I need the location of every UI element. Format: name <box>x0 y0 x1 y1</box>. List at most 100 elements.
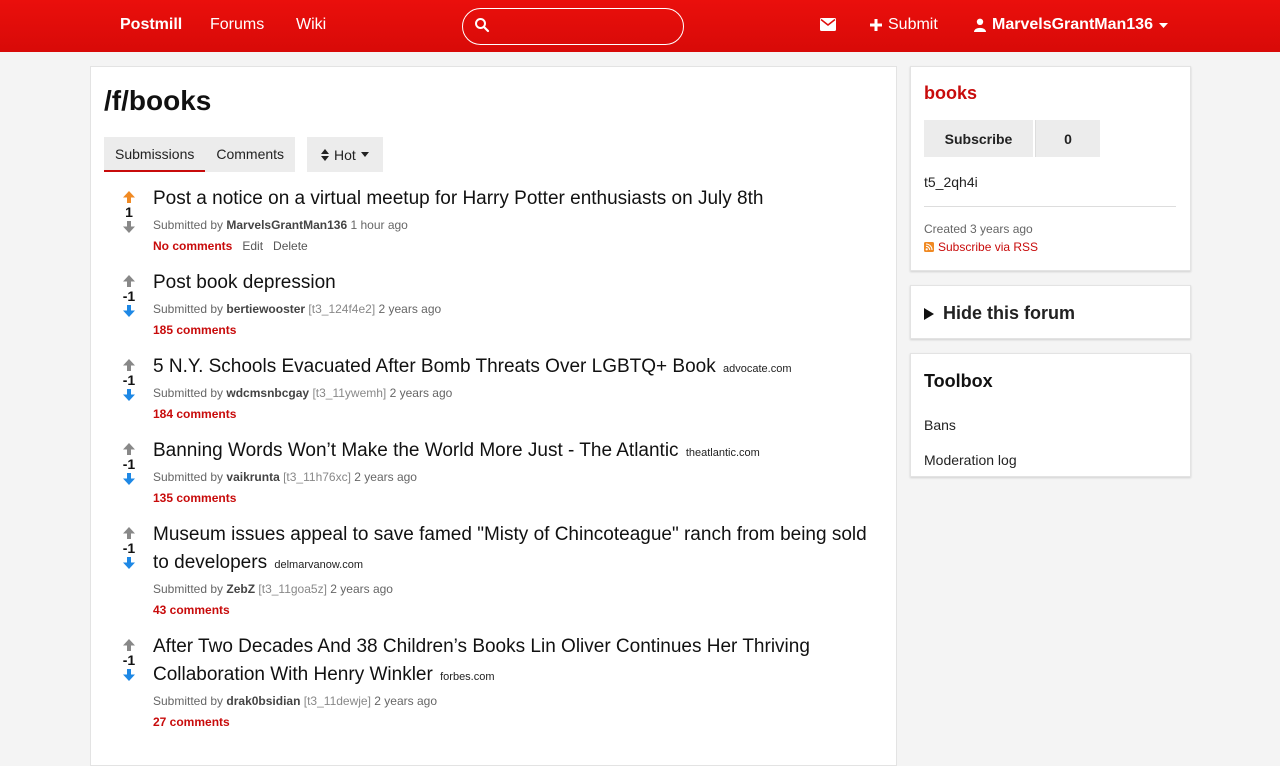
downvote-arrow-icon[interactable] <box>123 221 135 233</box>
vote-score: -1 <box>122 288 136 304</box>
messages-link[interactable] <box>820 18 836 36</box>
caret-down-icon <box>360 152 369 157</box>
envelope-icon <box>820 18 836 31</box>
post-title-line: Museum issues appeal to save famed "Mist… <box>153 521 883 579</box>
forum-info-card: books Subscribe 0 t5_2qh4i Created 3 yea… <box>910 66 1191 271</box>
subscribe-button[interactable]: Subscribe <box>924 120 1033 157</box>
moderation-log-link[interactable]: Moderation log <box>924 452 1017 468</box>
post-domain: advocate.com <box>723 363 792 375</box>
downvote-arrow-icon[interactable] <box>123 669 135 681</box>
comments-link[interactable]: No comments <box>153 239 232 253</box>
downvote-arrow-icon[interactable] <box>123 473 135 485</box>
vote-score: -1 <box>122 652 136 668</box>
vote-box: -1 <box>109 527 149 569</box>
post-title[interactable]: Museum issues appeal to save famed "Mist… <box>153 524 867 573</box>
downvote-arrow-icon[interactable] <box>123 557 135 569</box>
submit-link[interactable]: Submit <box>870 16 938 34</box>
post-meta: Submitted by drak0bsidian [t3_11dewje] 2… <box>153 694 437 708</box>
search-box <box>462 8 684 45</box>
upvote-arrow-icon[interactable] <box>123 443 135 455</box>
post-title-line: Post a notice on a virtual meetup for Ha… <box>153 185 883 213</box>
username: MarvelsGrantMan136 <box>992 16 1153 33</box>
downvote-arrow-icon[interactable] <box>123 305 135 317</box>
post-title[interactable]: Post a notice on a virtual meetup for Ha… <box>153 188 763 209</box>
nav-wiki[interactable]: Wiki <box>296 16 326 34</box>
user-menu[interactable]: MarvelsGrantMan136 <box>974 16 1168 34</box>
forum-id: t5_2qh4i <box>924 174 978 190</box>
post-title-line: 5 N.Y. Schools Evacuated After Bomb Thre… <box>153 353 883 383</box>
search-input[interactable] <box>497 15 677 37</box>
subscriber-count: 0 <box>1035 120 1100 157</box>
post-meta: Submitted by MarvelsGrantMan136 1 hour a… <box>153 218 408 232</box>
sort-label: Hot <box>334 146 356 163</box>
post-author[interactable]: wdcmsnbcgay <box>226 386 309 400</box>
post-actions: 135 comments <box>153 491 236 505</box>
brand-link[interactable]: Postmill <box>120 16 182 34</box>
comments-link[interactable]: 184 comments <box>153 407 236 421</box>
delete-link[interactable]: Delete <box>273 239 308 253</box>
sort-dropdown[interactable]: Hot <box>307 137 383 172</box>
post-author[interactable]: drak0bsidian <box>226 694 300 708</box>
post-time: 2 years ago <box>389 386 453 400</box>
vote-box: -1 <box>109 443 149 485</box>
post-author[interactable]: bertiewooster <box>226 302 305 316</box>
upvote-arrow-icon[interactable] <box>123 639 135 651</box>
post-meta: Submitted by wdcmsnbcgay [t3_11ywemh] 2 … <box>153 386 452 400</box>
submitted-by-label: Submitted by <box>153 582 224 596</box>
post-actions: 185 comments <box>153 323 236 337</box>
tab-submissions[interactable]: Submissions <box>104 137 206 172</box>
tab-comments[interactable]: Comments <box>205 137 295 172</box>
forum-name-link[interactable]: books <box>924 83 977 104</box>
post-title[interactable]: Banning Words Won’t Make the World More … <box>153 440 679 461</box>
post-actions: No comments Edit Delete <box>153 239 308 253</box>
post-domain: theatlantic.com <box>685 447 760 459</box>
post-meta: Submitted by vaikrunta [t3_11h76xc] 2 ye… <box>153 470 417 484</box>
post-id: [t3_11ywemh] <box>312 386 387 400</box>
edit-link[interactable]: Edit <box>242 239 263 253</box>
comments-link[interactable]: 27 comments <box>153 715 230 729</box>
upvote-arrow-icon[interactable] <box>123 275 135 287</box>
post-author[interactable]: MarvelsGrantMan136 <box>226 218 347 232</box>
post-title[interactable]: 5 N.Y. Schools Evacuated After Bomb Thre… <box>153 356 716 377</box>
search-icon <box>475 18 490 33</box>
post-author[interactable]: vaikrunta <box>226 470 279 484</box>
plus-icon <box>870 19 882 31</box>
post-time: 2 years ago <box>378 302 442 316</box>
top-navbar: Postmill Forums Wiki Submit MarvelsGrant… <box>0 0 1280 52</box>
rss-link[interactable]: Subscribe via RSS <box>924 240 1038 254</box>
downvote-arrow-icon[interactable] <box>123 389 135 401</box>
upvote-arrow-icon[interactable] <box>123 527 135 539</box>
main-panel: /f/books Submissions Comments Hot 1 Post… <box>90 66 897 766</box>
hide-forum-label: Hide this forum <box>943 303 1076 323</box>
nav-forums[interactable]: Forums <box>210 16 264 34</box>
post-actions: 184 comments <box>153 407 236 421</box>
post-time: 2 years ago <box>354 470 417 484</box>
upvote-arrow-icon[interactable] <box>123 359 135 371</box>
post-time: 1 hour ago <box>350 218 408 232</box>
comments-link[interactable]: 43 comments <box>153 603 230 617</box>
submitted-by-label: Submitted by <box>153 470 224 484</box>
post-title[interactable]: Post book depression <box>153 272 336 293</box>
vote-score: -1 <box>122 540 136 556</box>
toolbox-title: Toolbox <box>924 371 993 391</box>
post-domain: delmarvanow.com <box>274 559 364 571</box>
upvote-arrow-icon[interactable] <box>123 191 135 203</box>
post-id: [t3_11h76xc] <box>283 470 351 484</box>
post-id: [t3_124f4e2] <box>308 302 376 316</box>
hide-forum-toggle[interactable]: Hide this forum <box>924 303 1075 324</box>
post-title-line: Post book depression <box>153 269 883 297</box>
post-time: 2 years ago <box>374 694 437 708</box>
post-domain: forbes.com <box>440 671 495 683</box>
comments-link[interactable]: 185 comments <box>153 323 236 337</box>
comments-link[interactable]: 135 comments <box>153 491 236 505</box>
vote-box: -1 <box>109 639 149 681</box>
vote-box: 1 <box>109 191 149 233</box>
bans-link[interactable]: Bans <box>924 417 956 433</box>
post-time: 2 years ago <box>330 582 393 596</box>
sort-icon <box>321 148 329 161</box>
post-actions: 43 comments <box>153 603 230 617</box>
user-icon <box>974 18 986 32</box>
vote-box: -1 <box>109 275 149 317</box>
post-author[interactable]: ZebZ <box>226 582 255 596</box>
created-date: Created 3 years ago <box>924 222 1033 236</box>
